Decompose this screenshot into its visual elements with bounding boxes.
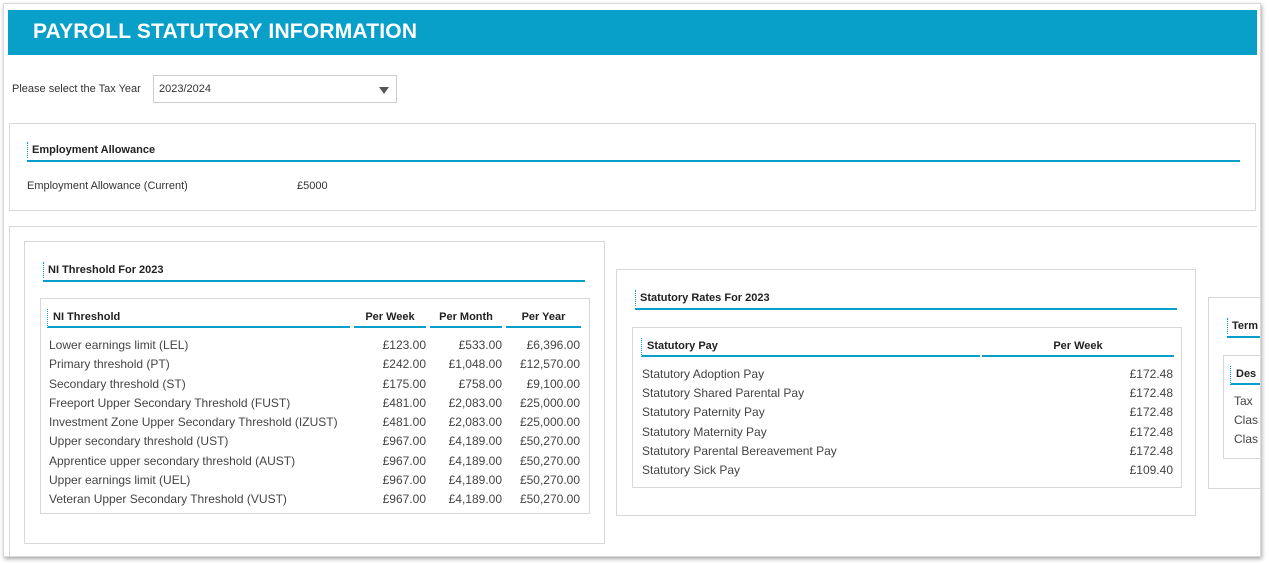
table-row: Secondary threshold (ST) £175.00 £758.00 £9… — [41, 375, 589, 393]
statutory-rates-table: Statutory Pay Per Week Statutory Adoptio… — [632, 327, 1182, 488]
per-week-value: £172.48 — [1129, 443, 1173, 458]
ni-threshold-name: Upper secondary threshold (UST) — [49, 434, 229, 449]
per-month-value: £533.00 — [458, 338, 502, 352]
per-week-value: £123.00 — [382, 338, 426, 352]
col-header-ni-threshold: NI Threshold — [47, 309, 350, 328]
employment-allowance-value: £5000 — [297, 180, 328, 192]
partial-panel: Term Des Tax Clas Clas — [1208, 297, 1260, 489]
section-divider — [1227, 336, 1260, 338]
per-year-value: £9,100.00 — [526, 376, 580, 391]
per-year-value: £50,270.00 — [519, 453, 580, 468]
table-row: Statutory Parental Bereavement Pay £172.4… — [633, 442, 1181, 460]
statutory-pay-name: Statutory Sick Pay — [642, 463, 741, 477]
employment-allowance-title: Employment Allowance — [27, 142, 155, 158]
table-row: Statutory Paternity Pay £172.48 — [633, 403, 1181, 421]
partial-row: Clas — [1234, 432, 1259, 446]
tax-year-dropdown[interactable]: 2023/2024 — [153, 75, 397, 103]
per-week-value: £481.00 — [382, 415, 426, 429]
per-week-value: £242.00 — [382, 357, 426, 372]
ni-threshold-name: Secondary threshold (ST) — [49, 376, 186, 391]
statutory-pay-name: Statutory Parental Bereavement Pay — [642, 443, 837, 458]
per-year-value: £12,570.00 — [519, 357, 580, 372]
per-week-value: £967.00 — [382, 492, 426, 506]
ni-threshold-table: NI Threshold Per Week Per Month Per Year… — [40, 298, 590, 514]
chevron-down-icon[interactable] — [379, 87, 389, 94]
table-row: Apprentice upper secondary threshold (AU… — [41, 452, 589, 470]
section-divider — [43, 280, 585, 282]
per-week-value: £172.48 — [1129, 424, 1173, 439]
per-week-value: £967.00 — [382, 434, 426, 449]
statutory-pay-name: Statutory Adoption Pay — [642, 367, 765, 381]
col-header-per-year: Per Year — [506, 309, 581, 328]
per-month-value: £4,189.00 — [448, 434, 502, 449]
ni-threshold-name: Upper earnings limit (UEL) — [49, 472, 191, 487]
ni-threshold-name: Investment Zone Upper Secondary Threshol… — [49, 415, 338, 429]
section-divider — [635, 308, 1177, 310]
per-week-value: £967.00 — [382, 453, 426, 468]
table-row: Upper secondary threshold (UST) £967.00 £4… — [41, 432, 589, 450]
ni-threshold-panel: NI Threshold For 2023 NI Threshold Per W… — [24, 241, 605, 544]
ni-threshold-name: Freeport Upper Secondary Threshold (FUST… — [49, 395, 291, 410]
tax-year-label: Please select the Tax Year — [12, 83, 141, 95]
table-row: Investment Zone Upper Secondary Threshol… — [41, 413, 589, 431]
col-header-per-week: Per Week — [982, 338, 1174, 357]
col-header-partial: Des — [1230, 366, 1260, 385]
table-row: Veteran Upper Secondary Threshold (VUST)… — [41, 490, 589, 508]
table-row: Statutory Adoption Pay £172.48 — [633, 365, 1181, 383]
per-month-value: £4,189.00 — [448, 492, 502, 506]
per-week-value: £172.48 — [1129, 386, 1173, 401]
per-week-value: £175.00 — [382, 376, 426, 391]
col-header-per-month: Per Month — [430, 309, 502, 328]
partial-panel-title: Term — [1227, 318, 1258, 334]
per-month-value: £4,189.00 — [448, 453, 502, 468]
ni-threshold-name: Veteran Upper Secondary Threshold (VUST) — [49, 492, 287, 506]
per-week-value: £109.40 — [1129, 463, 1173, 477]
ni-threshold-name: Apprentice upper secondary threshold (AU… — [49, 453, 296, 468]
partial-row: Clas — [1234, 413, 1259, 427]
partial-row: Tax — [1234, 394, 1253, 408]
per-month-value: £1,048.00 — [448, 357, 502, 372]
per-week-value: £967.00 — [382, 472, 426, 487]
table-row: Statutory Maternity Pay £172.48 — [633, 423, 1181, 441]
ni-threshold-name: Primary threshold (PT) — [49, 357, 170, 372]
per-week-value: £481.00 — [382, 395, 426, 410]
section-divider — [27, 160, 1240, 162]
table-row: Statutory Shared Parental Pay £172.48 — [633, 384, 1181, 402]
page-title: PAYROLL STATUTORY INFORMATION — [33, 20, 418, 43]
per-year-value: £50,270.00 — [519, 434, 580, 449]
per-month-value: £2,083.00 — [448, 395, 502, 410]
per-week-value: £172.48 — [1129, 367, 1173, 381]
col-header-statutory-pay: Statutory Pay — [641, 338, 980, 357]
table-row: Statutory Sick Pay £109.40 — [633, 461, 1181, 479]
statutory-pay-name: Statutory Maternity Pay — [642, 424, 767, 439]
statutory-rates-title: Statutory Rates For 2023 — [635, 290, 770, 306]
per-month-value: £4,189.00 — [448, 472, 502, 487]
statutory-container: NI Threshold For 2023 NI Threshold Per W… — [9, 226, 1260, 556]
employment-allowance-label: Employment Allowance (Current) — [27, 180, 188, 192]
page-frame: PAYROLL STATUTORY INFORMATION Please sel… — [3, 3, 1261, 557]
page-header: PAYROLL STATUTORY INFORMATION — [8, 10, 1257, 55]
per-month-value: £758.00 — [458, 376, 502, 391]
col-header-per-week: Per Week — [354, 309, 426, 328]
statutory-pay-name: Statutory Shared Parental Pay — [642, 386, 805, 401]
statutory-pay-name: Statutory Paternity Pay — [642, 405, 765, 420]
per-year-value: £25,000.00 — [519, 395, 580, 410]
per-year-value: £50,270.00 — [519, 472, 580, 487]
ni-threshold-title: NI Threshold For 2023 — [43, 262, 164, 278]
per-year-value: £25,000.00 — [519, 415, 580, 429]
per-year-value: £50,270.00 — [519, 492, 580, 506]
table-row: Lower earnings limit (LEL) £123.00 £533.00… — [41, 336, 589, 354]
tax-year-value: 2023/2024 — [159, 83, 211, 95]
partial-table: Des Tax Clas Clas — [1223, 355, 1260, 459]
per-week-value: £172.48 — [1129, 405, 1173, 420]
table-row: Upper earnings limit (UEL) £967.00 £4,189.… — [41, 471, 589, 489]
per-year-value: £6,396.00 — [526, 338, 580, 352]
table-row: Freeport Upper Secondary Threshold (FUST… — [41, 394, 589, 412]
table-row: Primary threshold (PT) £242.00 £1,048.00 £1… — [41, 355, 589, 373]
statutory-rates-panel: Statutory Rates For 2023 Statutory Pay P… — [616, 269, 1196, 516]
ni-threshold-name: Lower earnings limit (LEL) — [49, 338, 189, 352]
employment-allowance-panel: Employment Allowance Employment Allowanc… — [9, 123, 1256, 211]
per-month-value: £2,083.00 — [448, 415, 502, 429]
